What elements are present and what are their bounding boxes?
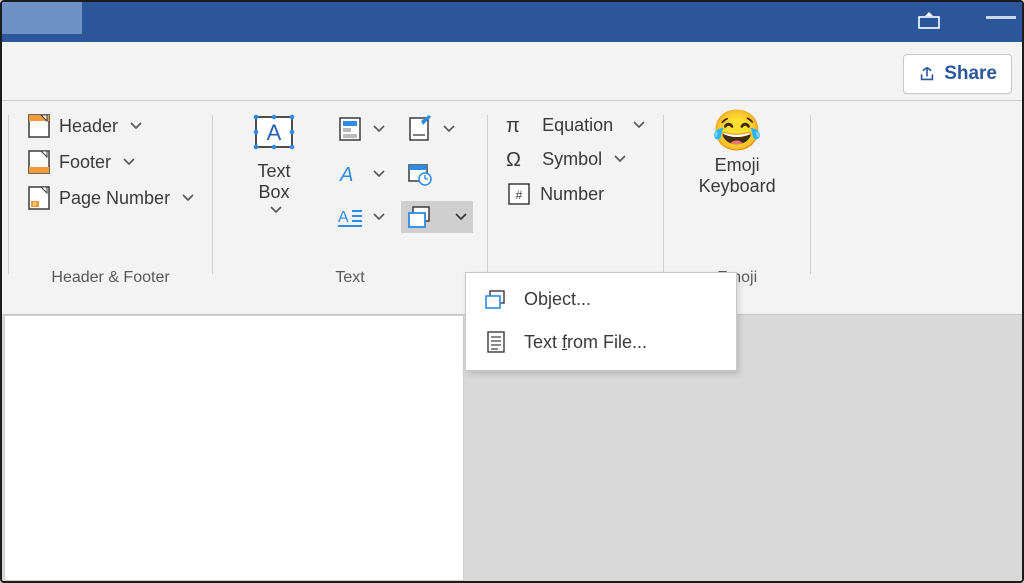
menu-item-object-label: Object... — [524, 289, 591, 310]
svg-text:Ω: Ω — [506, 149, 521, 171]
page-number-label: Page Number — [59, 188, 170, 209]
date-time-button[interactable] — [401, 157, 473, 191]
symbol-label: Symbol — [542, 149, 602, 170]
wordart-button[interactable]: A — [331, 157, 391, 191]
object-icon — [484, 290, 508, 310]
emoji-laugh-icon: 😂 — [712, 111, 762, 151]
object-icon — [407, 205, 433, 229]
window-minimize-button[interactable] — [986, 16, 1016, 19]
number-button[interactable]: # Number — [502, 179, 649, 209]
group-separator — [810, 115, 811, 274]
chevron-down-icon — [633, 121, 645, 129]
menu-item-text-from-file[interactable]: Text from File... — [466, 320, 736, 364]
equation-label: Equation — [542, 115, 613, 136]
emoji-keyboard-label: Emoji Keyboard — [699, 155, 776, 196]
header-icon — [27, 113, 51, 139]
number-icon: # — [506, 181, 532, 207]
share-label: Share — [944, 63, 997, 85]
chevron-down-icon — [373, 170, 385, 178]
emoji-keyboard-button[interactable]: 😂 Emoji Keyboard — [678, 111, 796, 196]
share-row: Share — [2, 42, 1022, 101]
group-text: A Text Box — [213, 111, 487, 314]
title-bar-tab[interactable] — [2, 2, 82, 34]
svg-text:A: A — [267, 120, 282, 145]
object-dropdown-menu: Object... Text from File... — [465, 272, 737, 371]
text-box-button[interactable]: A Text Box — [227, 111, 321, 214]
chevron-down-icon — [443, 125, 455, 133]
equation-button[interactable]: π Equation — [502, 111, 649, 139]
chevron-down-icon — [270, 206, 282, 214]
quick-parts-icon — [337, 115, 363, 143]
chevron-down-icon — [373, 213, 385, 221]
document-page[interactable] — [4, 315, 464, 581]
title-bar — [2, 2, 1022, 42]
text-box-label: Text Box — [258, 161, 291, 202]
signature-line-icon — [407, 115, 433, 143]
chevron-down-icon — [614, 155, 626, 163]
date-time-icon — [407, 161, 433, 187]
drop-cap-icon: A — [337, 205, 363, 229]
group-label-text: Text — [227, 269, 473, 287]
page-number-icon: # — [27, 185, 51, 211]
header-button[interactable]: Header — [23, 111, 198, 141]
drop-cap-button[interactable]: A — [331, 201, 391, 233]
ribbon-display-icon — [918, 11, 940, 29]
signature-line-button[interactable] — [401, 111, 473, 147]
menu-item-object[interactable]: Object... — [466, 279, 736, 320]
chevron-down-icon — [123, 158, 135, 166]
footer-icon — [27, 149, 51, 175]
menu-item-text-from-file-label: Text from File... — [524, 332, 647, 353]
header-label: Header — [59, 116, 118, 137]
footer-label: Footer — [59, 152, 111, 173]
object-split-button[interactable] — [401, 201, 473, 233]
chevron-down-icon — [373, 125, 385, 133]
ribbon-display-options-button[interactable] — [916, 10, 942, 30]
page-number-button[interactable]: # Page Number — [23, 183, 198, 213]
chevron-down-icon — [130, 122, 142, 130]
equation-icon: π — [506, 113, 534, 137]
group-header-footer: Header Footer — [9, 111, 212, 314]
quick-parts-button[interactable] — [331, 111, 391, 147]
footer-button[interactable]: Footer — [23, 147, 198, 177]
text-file-icon — [484, 330, 508, 354]
number-label: Number — [540, 184, 604, 205]
group-label-header-footer: Header & Footer — [23, 269, 198, 287]
share-button[interactable]: Share — [903, 54, 1012, 94]
svg-text:π: π — [506, 115, 520, 137]
symbol-button[interactable]: Ω Symbol — [502, 145, 649, 173]
svg-text:A: A — [339, 164, 353, 186]
symbol-icon: Ω — [506, 147, 534, 171]
app-window: Share Header — [0, 0, 1024, 583]
svg-text:#: # — [516, 188, 523, 202]
wordart-icon: A — [337, 161, 363, 187]
svg-text:A: A — [338, 209, 349, 226]
share-icon — [918, 65, 936, 83]
text-box-icon: A — [250, 111, 298, 157]
chevron-down-icon — [182, 194, 194, 202]
chevron-down-icon — [455, 213, 467, 221]
